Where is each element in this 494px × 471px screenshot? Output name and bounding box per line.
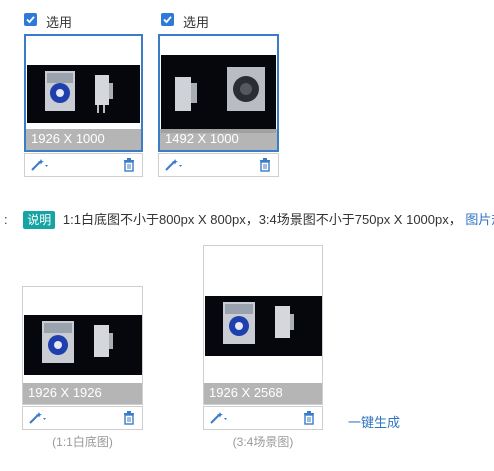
generated-toolbar-square	[22, 406, 143, 430]
timer-relay-image	[205, 296, 322, 356]
note-badge: 说明	[23, 211, 56, 229]
select-checkbox-2[interactable]	[161, 13, 174, 26]
magic-wand-icon[interactable]	[28, 411, 50, 425]
image-spec-link[interactable]: 图片规	[465, 212, 494, 227]
one-click-generate-link[interactable]: 一键生成	[348, 412, 400, 431]
timer-relay-image	[27, 65, 140, 123]
select-label-2: 选用	[183, 15, 210, 30]
timer-relay-image	[24, 315, 142, 375]
timer-relay-image	[161, 55, 276, 133]
image-toolbar-1	[24, 153, 143, 177]
image-dimensions: 1926 X 2568	[204, 383, 322, 404]
generated-card-scene[interactable]: 1926 X 2568	[203, 245, 323, 405]
product-image	[24, 315, 142, 375]
product-image	[27, 65, 140, 123]
note-prefix: :	[4, 212, 8, 227]
product-image	[205, 296, 322, 356]
generated-card-square[interactable]: 1926 X 1926	[22, 286, 143, 405]
product-image	[161, 55, 276, 133]
select-checkbox-1[interactable]	[24, 13, 37, 26]
image-dimensions: 1926 X 1000	[26, 129, 141, 150]
generated-toolbar-scene	[203, 406, 323, 430]
trash-icon[interactable]	[259, 158, 271, 172]
image-dimensions: 1492 X 1000	[160, 129, 277, 150]
image-card-2[interactable]: 1492 X 1000	[158, 34, 279, 152]
trash-icon[interactable]	[303, 411, 315, 425]
magic-wand-icon[interactable]	[209, 411, 231, 425]
trash-icon[interactable]	[123, 158, 135, 172]
image-dimensions: 1926 X 1926	[23, 383, 142, 404]
note-text: 1:1白底图不小于800px X 800px，3:4场景图不小于750px X …	[62, 212, 462, 227]
trash-icon[interactable]	[123, 411, 135, 425]
spec-note: : 说明 1:1白底图不小于800px X 800px，3:4场景图不小于750…	[4, 209, 494, 229]
magic-wand-icon[interactable]	[164, 158, 186, 172]
select-label-1: 选用	[46, 15, 73, 30]
image-card-1[interactable]: 1926 X 1000	[24, 34, 143, 152]
caption-square: (1:1白底图)	[52, 435, 113, 449]
checkmark-icon	[163, 16, 172, 24]
caption-scene: (3:4场景图)	[232, 435, 294, 449]
magic-wand-icon[interactable]	[30, 158, 52, 172]
image-toolbar-2	[158, 153, 279, 177]
checkmark-icon	[26, 16, 35, 24]
